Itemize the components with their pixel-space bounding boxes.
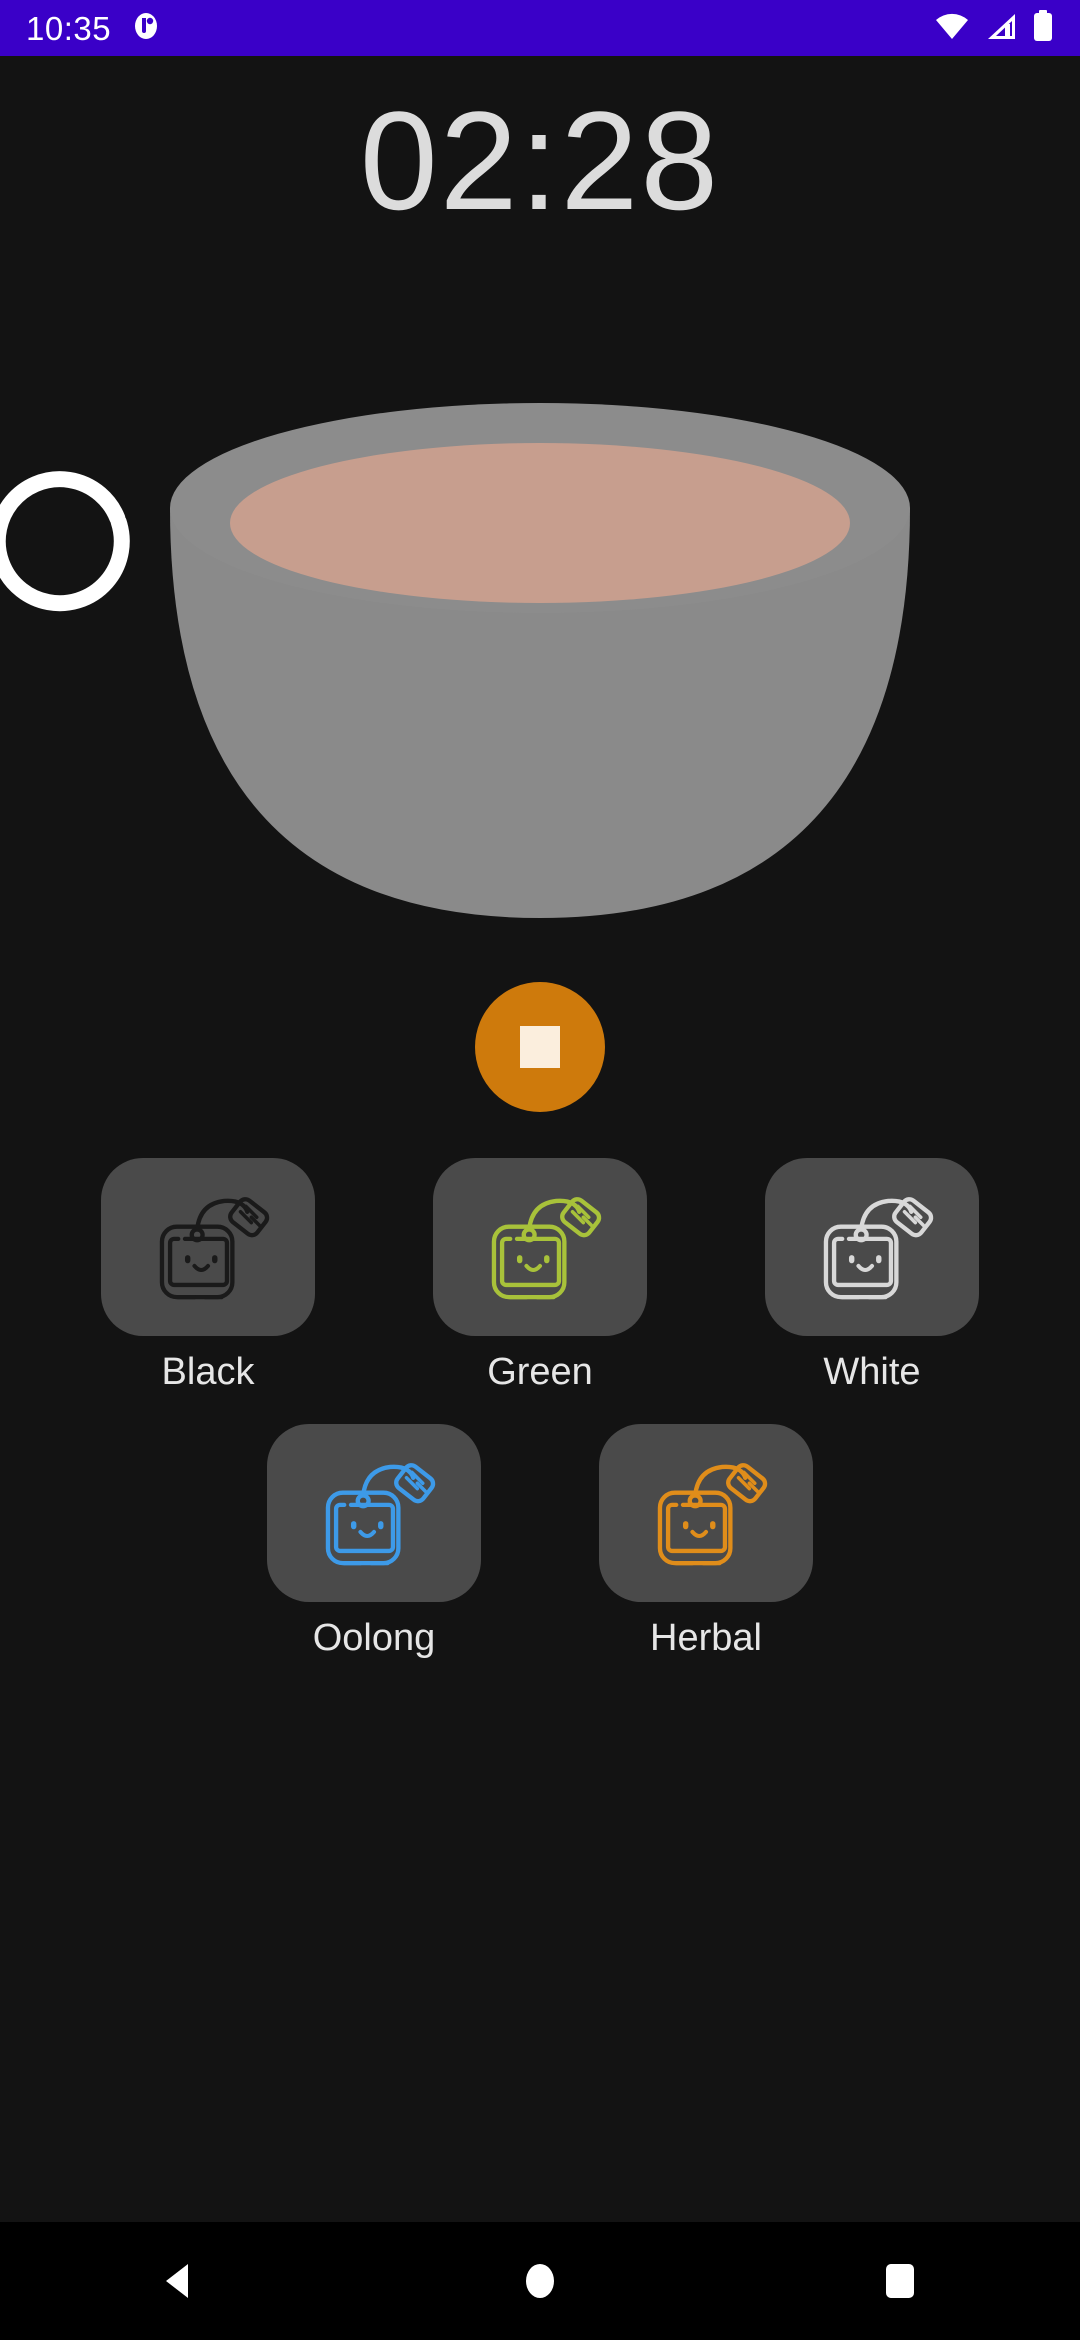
wifi-icon <box>934 11 970 46</box>
tea-type-oolong[interactable]: Oolong <box>266 1423 482 1662</box>
tea-type-green-label: Green <box>487 1351 593 1393</box>
tea-type-green[interactable]: Green <box>432 1158 648 1396</box>
tea-liquid <box>230 443 850 603</box>
phone-screen: 10:35 02:28 Black Green White Oolong Her… <box>0 0 1080 2340</box>
triangle-left-icon <box>166 2264 188 2298</box>
tea-type-white-tile[interactable] <box>765 1158 979 1336</box>
tea-type-green-tile[interactable] <box>433 1158 647 1336</box>
status-bar-clock: 10:35 <box>26 9 112 47</box>
tea-bag-icon <box>325 1462 436 1565</box>
tea-type-black-tile[interactable] <box>101 1158 315 1336</box>
tea-type-white-label: White <box>823 1351 921 1393</box>
tea-bag-icon <box>823 1197 934 1300</box>
main-content: 02:28 Black Green White Oolong Herbal <box>0 56 1080 2222</box>
status-bar: 10:35 <box>0 0 1080 56</box>
tea-bag-icon <box>159 1197 270 1300</box>
tea-type-herbal-label: Herbal <box>650 1616 762 1659</box>
back-button[interactable] <box>100 2222 260 2340</box>
tea-type-row-1: Black Green White <box>100 1158 980 1396</box>
progress-arc <box>0 471 130 612</box>
timer-controls <box>475 982 605 1112</box>
tea-bag-icon <box>491 1197 602 1300</box>
stop-square-icon <box>520 1026 560 1068</box>
square-icon <box>886 2264 914 2298</box>
notification-badge-icon <box>131 11 161 46</box>
recents-button[interactable] <box>820 2222 980 2340</box>
tea-type-row-2: Oolong Herbal <box>266 1423 814 1662</box>
tea-bag-icon <box>657 1462 768 1565</box>
tea-type-herbal-tile[interactable] <box>599 1423 813 1602</box>
status-bar-left: 10:35 <box>26 11 161 46</box>
tea-type-white[interactable]: White <box>764 1158 980 1396</box>
tea-type-oolong-label: Oolong <box>312 1616 436 1659</box>
tea-cup-illustration <box>0 358 1080 958</box>
tea-type-herbal[interactable]: Herbal <box>598 1423 814 1662</box>
tea-type-oolong-tile[interactable] <box>267 1423 481 1602</box>
android-nav-bar <box>0 2222 1080 2340</box>
home-button[interactable] <box>460 2222 620 2340</box>
circle-icon <box>526 2264 554 2298</box>
battery-icon <box>1032 9 1054 47</box>
tea-type-grid: Black Green White Oolong Herbal <box>0 1158 1080 1661</box>
stop-button[interactable] <box>475 982 605 1112</box>
tea-type-black[interactable]: Black <box>100 1158 316 1396</box>
tea-type-black-label: Black <box>161 1351 255 1393</box>
cellular-signal-icon <box>984 11 1018 46</box>
countdown-timer: 02:28 <box>359 82 721 239</box>
status-bar-right <box>934 9 1054 47</box>
